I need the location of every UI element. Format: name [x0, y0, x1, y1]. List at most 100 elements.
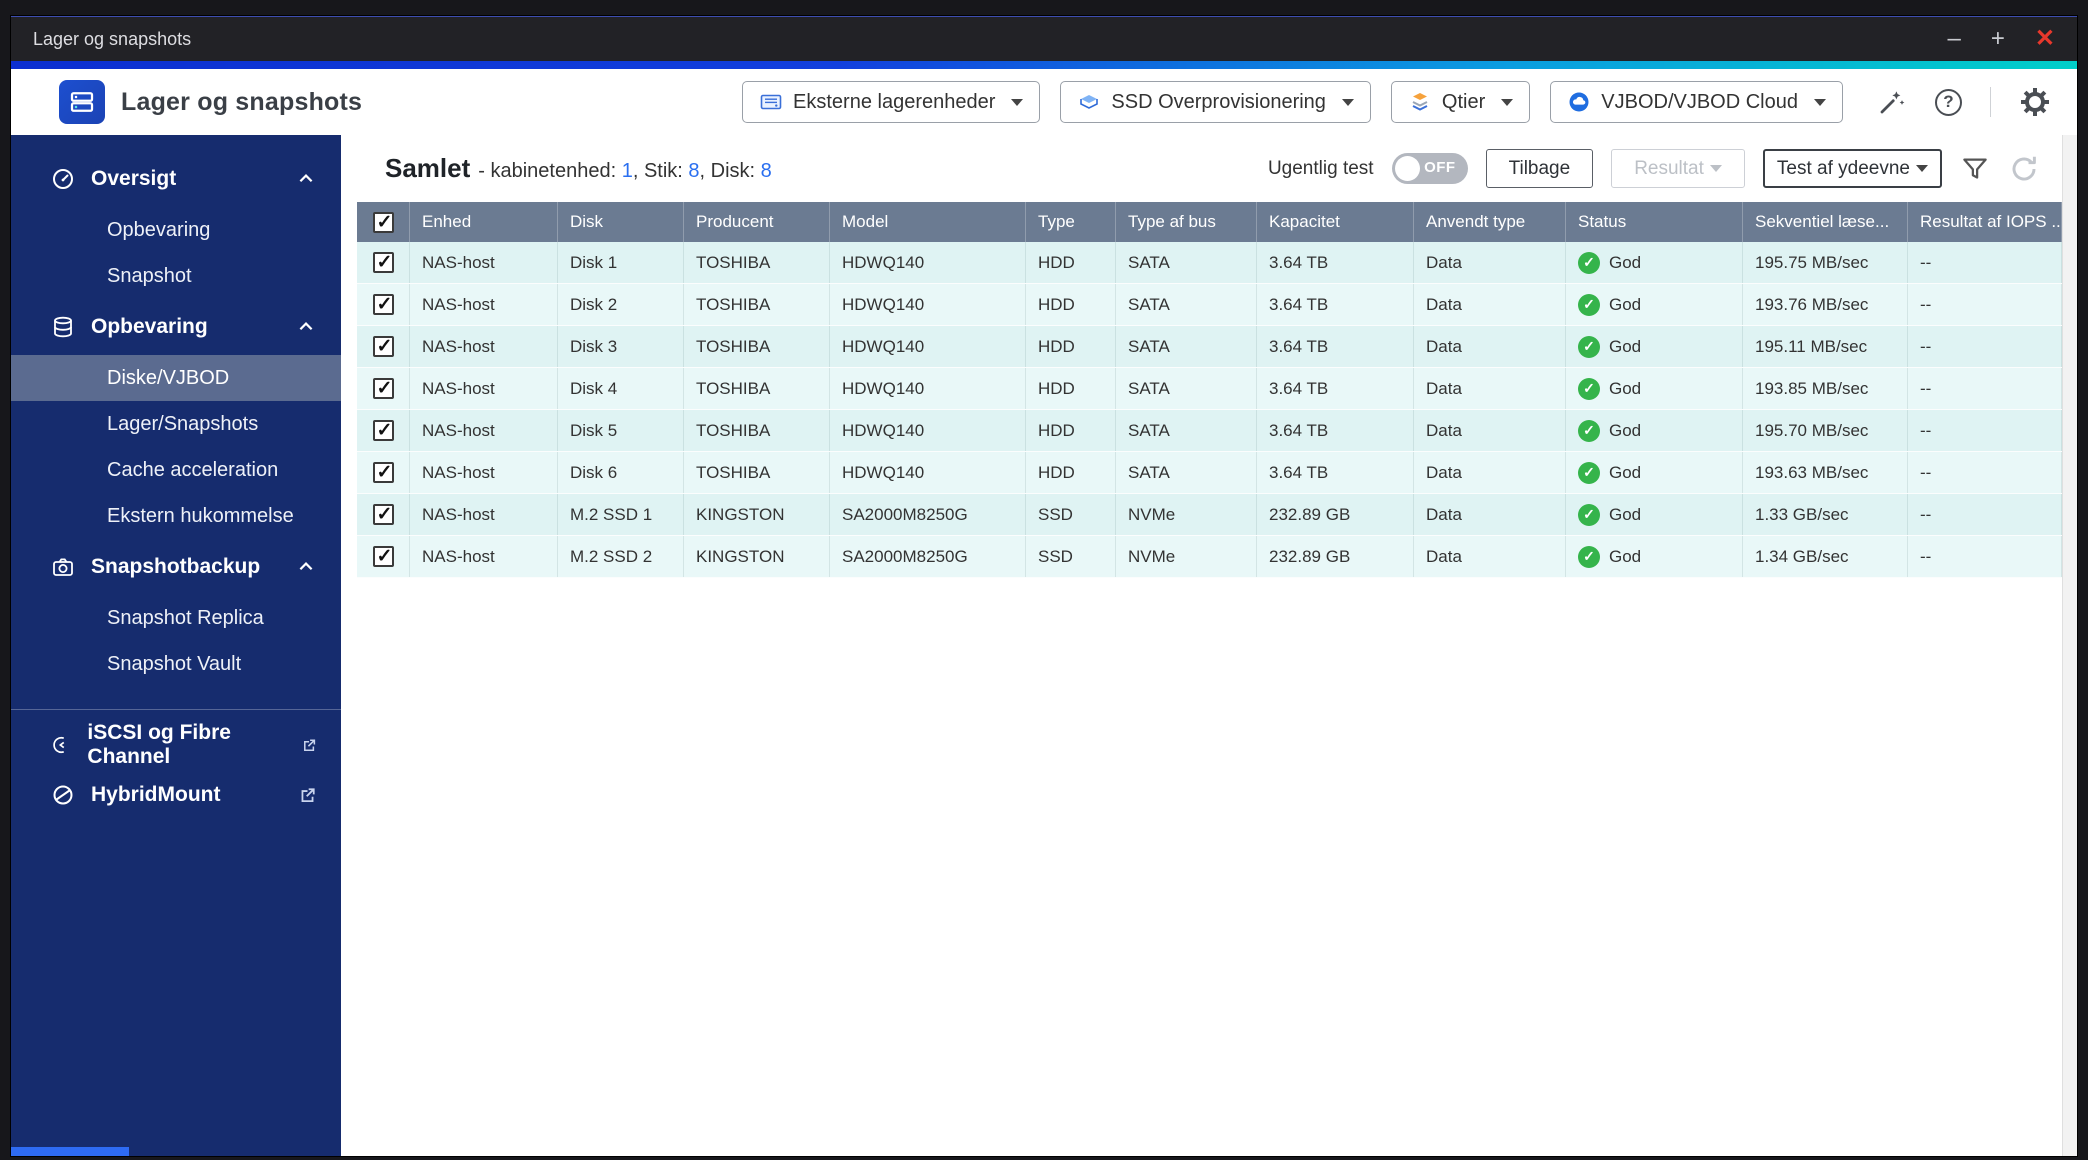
row-checkbox[interactable]: [372, 335, 394, 358]
row-checkbox[interactable]: [372, 419, 394, 442]
col-header-anvendt-type[interactable]: Anvendt type: [1414, 202, 1566, 242]
row-checkbox[interactable]: [372, 461, 394, 484]
col-header-producent[interactable]: Producent: [684, 202, 830, 242]
sidebar-section-snapshotbackup[interactable]: Snapshotbackup: [11, 539, 341, 595]
row-checkbox-cell[interactable]: [357, 242, 410, 283]
cell-type: HDD: [1026, 326, 1116, 367]
performance-test-dropdown-button[interactable]: Test af ydeevne: [1762, 149, 1942, 188]
cell-anvendt-type: Data: [1414, 452, 1566, 493]
cell-model: HDWQ140: [830, 368, 1026, 409]
qtier-dropdown[interactable]: Qtier: [1390, 81, 1531, 123]
back-button[interactable]: Tilbage: [1485, 149, 1594, 188]
cell-iops-resultat: --: [1908, 536, 2062, 577]
col-header-type[interactable]: Type: [1026, 202, 1116, 242]
col-header-disk[interactable]: Disk: [558, 202, 684, 242]
sidebar-item-cache-acceleration[interactable]: Cache acceleration: [11, 447, 341, 493]
help-icon[interactable]: ?: [1935, 88, 1962, 116]
table-row[interactable]: NAS-host Disk 1 TOSHIBA HDWQ140 HDD SATA…: [357, 242, 2062, 284]
chevron-down-icon: [1011, 98, 1024, 106]
storage-stack-icon: [54, 316, 72, 338]
cell-kapacitet: 3.64 TB: [1257, 326, 1414, 367]
row-checkbox-cell[interactable]: [357, 536, 410, 577]
row-checkbox[interactable]: [372, 251, 394, 274]
col-header-status[interactable]: Status: [1566, 202, 1743, 242]
maximize-button[interactable]: +: [1991, 27, 2005, 51]
sidebar-item-ekstern-hukommelse[interactable]: Ekstern hukommelse: [11, 493, 341, 539]
sidebar-section-oversigt[interactable]: Oversigt: [11, 151, 341, 207]
table-row[interactable]: NAS-host M.2 SSD 1 KINGSTON SA2000M8250G…: [357, 494, 2062, 536]
external-link-icon: [301, 787, 315, 802]
vjbod-cloud-icon: [1569, 92, 1589, 112]
chevron-down-icon: [1916, 165, 1928, 172]
button-label: Tilbage: [1508, 157, 1571, 179]
row-checkbox-cell[interactable]: [357, 368, 410, 409]
main-content: Samlet - kabinetenhed: 1 , Stik: 8 , Dis…: [341, 135, 2062, 1156]
row-checkbox[interactable]: [372, 293, 394, 316]
table-row[interactable]: NAS-host Disk 2 TOSHIBA HDWQ140 HDD SATA…: [357, 284, 2062, 326]
col-header-kapacitet[interactable]: Kapacitet: [1257, 202, 1414, 242]
cell-status: God: [1566, 410, 1743, 451]
cell-type: HDD: [1026, 368, 1116, 409]
sidebar-horizontal-scroll-thumb[interactable]: [11, 1147, 129, 1156]
settings-gear-icon[interactable]: [2019, 86, 2051, 118]
row-checkbox-cell[interactable]: [357, 452, 410, 493]
cell-status: God: [1566, 452, 1743, 493]
col-header-bus[interactable]: Type af bus: [1116, 202, 1257, 242]
table-row[interactable]: NAS-host M.2 SSD 2 KINGSTON SA2000M8250G…: [357, 536, 2062, 578]
close-button[interactable]: ✕: [2035, 27, 2055, 51]
table-row[interactable]: NAS-host Disk 4 TOSHIBA HDWQ140 HDD SATA…: [357, 368, 2062, 410]
cell-enhed: NAS-host: [410, 410, 558, 451]
chevron-up-icon: [299, 174, 313, 183]
table-row[interactable]: NAS-host Disk 5 TOSHIBA HDWQ140 HDD SATA…: [357, 410, 2062, 452]
cell-type: HDD: [1026, 452, 1116, 493]
external-storage-dropdown[interactable]: Eksterne lagerenheder: [742, 81, 1041, 123]
cell-disk: Disk 2: [558, 284, 684, 325]
sidebar-section-label: Oversigt: [91, 167, 177, 190]
sidebar-item-opbevaring[interactable]: Opbevaring: [11, 207, 341, 253]
cell-model: HDWQ140: [830, 284, 1026, 325]
ssd-overprovisioning-dropdown[interactable]: SSD Overprovisionering: [1060, 81, 1371, 123]
sidebar-section-opbevaring[interactable]: Opbevaring: [11, 299, 341, 355]
sidebar-item-snapshot-replica[interactable]: Snapshot Replica: [11, 595, 341, 641]
storage-drive-icon: [70, 92, 94, 112]
row-checkbox[interactable]: [372, 377, 394, 400]
col-header-sekventiel[interactable]: Sekventiel læse...: [1743, 202, 1908, 242]
minimize-button[interactable]: –: [1948, 27, 1961, 51]
row-checkbox[interactable]: [372, 503, 394, 526]
cell-enhed: NAS-host: [410, 284, 558, 325]
refresh-icon[interactable]: [2008, 153, 2040, 185]
col-header-iops[interactable]: Resultat af IOPS ...: [1908, 202, 2062, 242]
row-checkbox-cell[interactable]: [357, 410, 410, 451]
cell-model: SA2000M8250G: [830, 536, 1026, 577]
row-checkbox-cell[interactable]: [357, 326, 410, 367]
filter-icon[interactable]: [1960, 154, 1990, 184]
row-checkbox-cell[interactable]: [357, 494, 410, 535]
vjbod-cloud-dropdown[interactable]: VJBOD/VJBOD Cloud: [1550, 81, 1843, 123]
button-label: Test af ydeevne: [1776, 157, 1910, 179]
sidebar-link-iscsi[interactable]: iSCSI og Fibre Channel: [11, 720, 341, 770]
cell-producent: KINGSTON: [684, 536, 830, 577]
sidebar-item-diske-vjbod[interactable]: Diske/VJBOD: [11, 355, 341, 401]
sidebar-item-snapshot-vault[interactable]: Snapshot Vault: [11, 641, 341, 687]
sidebar-item-snapshot[interactable]: Snapshot: [11, 253, 341, 299]
result-dropdown-button[interactable]: Resultat: [1611, 149, 1745, 188]
sidebar-item-lager-snapshots[interactable]: Lager/Snapshots: [11, 401, 341, 447]
col-header-enhed[interactable]: Enhed: [410, 202, 558, 242]
dropdown-label: SSD Overprovisionering: [1111, 90, 1326, 113]
table-row[interactable]: NAS-host Disk 6 TOSHIBA HDWQ140 HDD SATA…: [357, 452, 2062, 494]
table-row[interactable]: NAS-host Disk 3 TOSHIBA HDWQ140 HDD SATA…: [357, 326, 2062, 368]
toggle-state-label: OFF: [1424, 159, 1456, 176]
header-checkbox-cell[interactable]: [357, 202, 410, 242]
col-header-model[interactable]: Model: [830, 202, 1026, 242]
gauge-icon: [53, 169, 73, 189]
cell-anvendt-type: Data: [1414, 242, 1566, 283]
weekly-test-toggle[interactable]: OFF: [1391, 153, 1468, 184]
status-ok-icon: [1578, 377, 1600, 400]
select-all-checkbox[interactable]: [372, 211, 394, 234]
row-checkbox-cell[interactable]: [357, 284, 410, 325]
vertical-scrollbar[interactable]: [2062, 135, 2077, 1156]
sidebar-link-hybridmount[interactable]: HybridMount: [11, 770, 341, 820]
hybridmount-icon: [53, 785, 73, 805]
wizard-wand-icon[interactable]: [1877, 87, 1907, 117]
row-checkbox[interactable]: [372, 545, 394, 568]
